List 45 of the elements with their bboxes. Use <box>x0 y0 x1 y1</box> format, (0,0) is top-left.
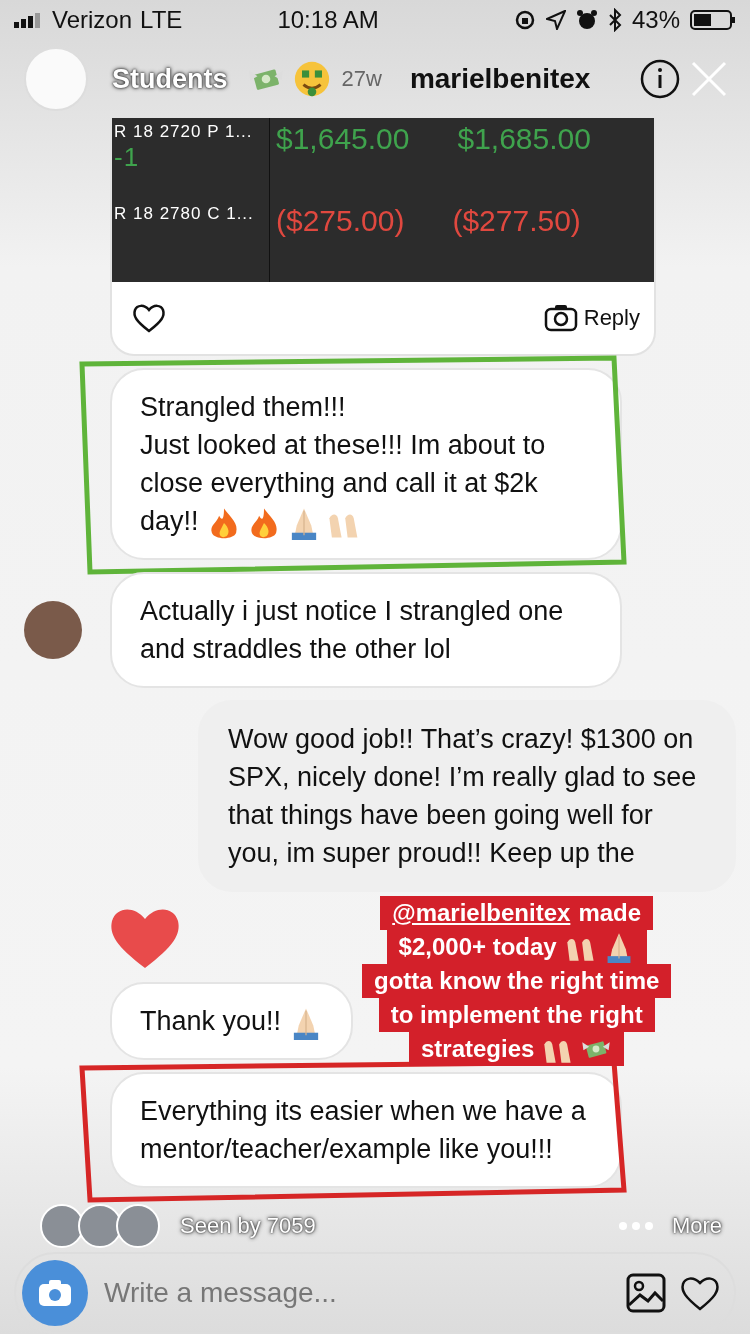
bluetooth-icon <box>607 8 622 32</box>
status-time: 10:18 AM <box>276 6 380 34</box>
message-bubble: Everything its easier when we have a mentor/teacher/example like you!!! <box>110 1072 622 1188</box>
info-icon <box>640 59 680 99</box>
table-cell-text: -1 <box>114 142 141 173</box>
reply-button[interactable]: Reply <box>543 304 640 332</box>
sticker-text: $2,000+ today <box>398 932 557 962</box>
table-cell: R 18 2720 P 1... <box>114 122 253 141</box>
table-cell: R 18 2780 C 1... <box>114 204 254 223</box>
more-dots-icon <box>617 1221 654 1231</box>
table-cell-text: $1,645.00 <box>276 122 410 157</box>
message-bubble: Actually i just notice I strangled one and straddles the other lol <box>110 572 622 688</box>
location-arrow-icon <box>545 10 566 30</box>
message-bubble: Strangled them!!! Just looked at these!!! Im about to close everything and call it at $2k day!! <box>110 368 622 560</box>
gallery-button[interactable] <box>626 1273 666 1313</box>
camera-icon <box>37 1278 73 1308</box>
story-age: 27w <box>341 66 382 92</box>
network-type: LTE <box>140 6 183 34</box>
sticker-text: made <box>578 898 642 928</box>
rotation-lock-icon <box>513 9 536 31</box>
mention-link[interactable]: @marielbenitex <box>392 896 571 930</box>
close-icon <box>690 60 728 98</box>
chat-username: marielbenitex <box>409 63 592 95</box>
table-cell-text: $1,685.00 <box>457 122 591 157</box>
heart-icon <box>132 303 166 333</box>
seen-by-count[interactable]: Seen by 7059 <box>180 1213 606 1239</box>
table-cell-text: ($275.00) <box>276 204 405 239</box>
sticker-text: to implement the right <box>390 1000 643 1030</box>
table-cell-text: ($277.50) <box>452 204 581 239</box>
message-bubble: Wow good job!! That’s crazy! $1300 on SPX, nicely done! I’m really glad to see that things have been going well for you, im super proud!! Keep up the <box>198 700 736 892</box>
like-button[interactable] <box>680 1275 720 1311</box>
viewer-avatar <box>116 1204 160 1248</box>
image-icon <box>626 1273 666 1313</box>
message-bubble: Thank you!! <box>110 982 354 1060</box>
heart-icon <box>680 1275 720 1311</box>
battery-icon <box>690 9 736 31</box>
more-button[interactable]: More <box>665 1212 728 1240</box>
camera-icon <box>543 304 578 332</box>
sticker-text: gotta know the right time <box>374 966 660 996</box>
carrier-name: Verizon <box>52 6 133 34</box>
message-field[interactable]: Write a message... <box>102 1276 612 1310</box>
sticker-text: strategies <box>420 1034 535 1064</box>
battery-percent: 43% <box>631 6 680 34</box>
info-button[interactable] <box>640 59 680 99</box>
like-button[interactable] <box>132 303 166 333</box>
